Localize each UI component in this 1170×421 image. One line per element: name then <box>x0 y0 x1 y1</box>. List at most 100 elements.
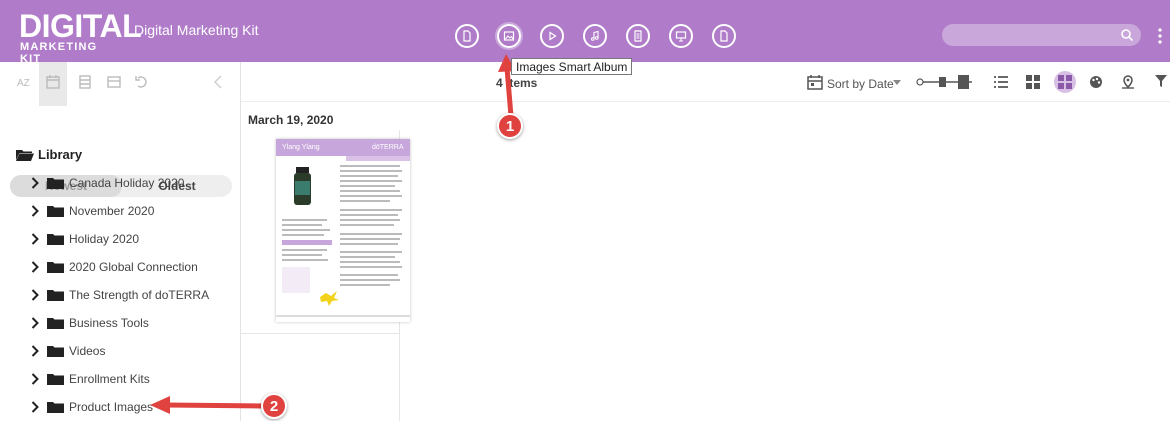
tooltip: Images Smart Album <box>511 58 633 75</box>
thumb-brand: dōTERRA <box>372 144 404 151</box>
date-group-header: March 19, 2020 <box>248 113 334 127</box>
large-grid-view-button[interactable] <box>1054 71 1076 93</box>
filter-icon[interactable] <box>1155 75 1167 87</box>
presentations-button[interactable] <box>669 24 693 48</box>
folder-item[interactable]: Business Tools <box>31 314 149 332</box>
svg-text:AZ: AZ <box>17 78 30 89</box>
chevron-right-icon[interactable] <box>31 177 40 189</box>
images-smart-album-button[interactable] <box>497 24 521 48</box>
chevron-right-icon[interactable] <box>31 261 40 273</box>
all-files-button[interactable] <box>455 24 479 48</box>
library-root[interactable]: Library <box>16 145 82 163</box>
list-type-icon <box>79 75 91 89</box>
documents-icon <box>634 30 642 42</box>
more-menu-icon[interactable] <box>1157 26 1163 46</box>
folder-icon <box>47 346 64 357</box>
app-header: DIGITAL MARKETING KIT Digital Marketing … <box>0 0 1170 65</box>
large-grid-view-icon <box>1058 75 1072 89</box>
small-grid-view-button[interactable] <box>1022 71 1044 93</box>
documents-button[interactable] <box>626 24 650 48</box>
folder-label: Enrollment Kits <box>69 372 150 386</box>
other-files-button[interactable] <box>712 24 736 48</box>
folder-label: Canada Holiday 2020 <box>69 176 185 190</box>
collapse-sidebar-button[interactable] <box>209 72 229 92</box>
map-pin-icon <box>1122 75 1134 89</box>
list-view-button[interactable] <box>990 71 1012 93</box>
chevron-right-icon[interactable] <box>31 289 40 301</box>
logo-title: DIGITAL <box>19 8 142 44</box>
folder-icon <box>47 262 64 273</box>
folder-icon <box>47 374 64 385</box>
sort-alpha-button[interactable]: AZ <box>15 72 35 92</box>
annotation-badge-1: 1 <box>497 113 523 139</box>
sort-type-button[interactable] <box>75 72 95 92</box>
caret-down-icon[interactable] <box>893 80 901 86</box>
folder-icon <box>47 290 64 301</box>
logo[interactable]: DIGITAL MARKETING KIT <box>19 10 142 65</box>
sort-date-button[interactable] <box>43 72 63 92</box>
chevron-right-icon[interactable] <box>31 345 40 357</box>
product-sheet-preview: Ylang Ylang dōTERRA <box>276 139 410 317</box>
folder-item[interactable]: Enrollment Kits <box>31 370 150 388</box>
folder-icon <box>47 178 64 189</box>
sidebar: AZ Newest Oldest Library Canada Holiday … <box>0 62 241 421</box>
annotation-badge-2: 2 <box>261 393 287 419</box>
undo-icon <box>135 76 147 88</box>
table-icon <box>107 76 121 88</box>
folder-label: Holiday 2020 <box>69 232 140 246</box>
audio-button[interactable] <box>583 24 607 48</box>
folder-label: The Strength of doTERRA <box>69 288 210 302</box>
images-icon <box>503 31 515 41</box>
folder-open-icon <box>16 149 34 161</box>
folder-item[interactable]: Holiday 2020 <box>31 230 139 248</box>
list-view-icon <box>994 76 1008 88</box>
folder-item[interactable]: November 2020 <box>31 202 154 220</box>
folder-label: November 2020 <box>69 204 155 218</box>
palette-icon <box>1090 76 1102 88</box>
chevron-right-icon[interactable] <box>31 373 40 385</box>
palette-view-button[interactable] <box>1085 71 1107 93</box>
toolbar-divider <box>241 101 1170 102</box>
presentations-icon <box>675 31 687 42</box>
zoom-slider[interactable] <box>916 74 976 90</box>
asset-thumbnail[interactable]: Ylang Ylang dōTERRA <box>276 139 410 322</box>
sort-alpha-icon: AZ <box>17 78 30 89</box>
card-divider <box>241 333 400 334</box>
audio-icon <box>591 30 599 41</box>
sort-by-dropdown[interactable]: Sort by Date <box>827 77 894 91</box>
chevron-right-icon[interactable] <box>31 233 40 245</box>
chevron-right-icon[interactable] <box>31 205 40 217</box>
folder-label: Videos <box>69 344 106 358</box>
sort-size-button[interactable] <box>104 72 124 92</box>
folder-icon <box>47 402 64 413</box>
folder-item[interactable]: Product Images <box>31 398 153 416</box>
folder-icon <box>47 234 64 245</box>
thumb-title: Ylang Ylang <box>282 144 320 151</box>
videos-button[interactable] <box>540 24 564 48</box>
folder-item[interactable]: The Strength of doTERRA <box>31 286 209 304</box>
folder-label: Product Images <box>69 400 154 414</box>
other-files-icon <box>720 30 728 42</box>
chevron-right-icon[interactable] <box>31 317 40 329</box>
map-view-button[interactable] <box>1117 71 1139 93</box>
video-icon <box>549 31 557 41</box>
library-label: Library <box>38 146 83 162</box>
folder-icon <box>47 318 64 329</box>
item-count: 4 Items <box>496 76 538 90</box>
calendar-sort-icon[interactable] <box>807 75 823 90</box>
search-input[interactable] <box>942 24 1141 46</box>
grid-view-icon <box>1026 75 1040 89</box>
folder-item[interactable]: Videos <box>31 342 105 360</box>
folder-item[interactable]: Canada Holiday 2020 <box>31 174 184 192</box>
reset-button[interactable] <box>132 72 152 92</box>
folder-label: 2020 Global Connection <box>69 260 198 274</box>
chevron-right-icon[interactable] <box>31 401 40 413</box>
folder-item[interactable]: 2020 Global Connection <box>31 258 198 276</box>
folder-label: Business Tools <box>69 316 149 330</box>
folder-icon <box>47 206 64 217</box>
all-files-icon <box>463 30 471 42</box>
search-icon[interactable] <box>1120 28 1134 42</box>
calendar-icon <box>46 75 60 89</box>
app-title: Digital Marketing Kit <box>134 22 259 38</box>
chevron-left-icon <box>214 75 222 89</box>
